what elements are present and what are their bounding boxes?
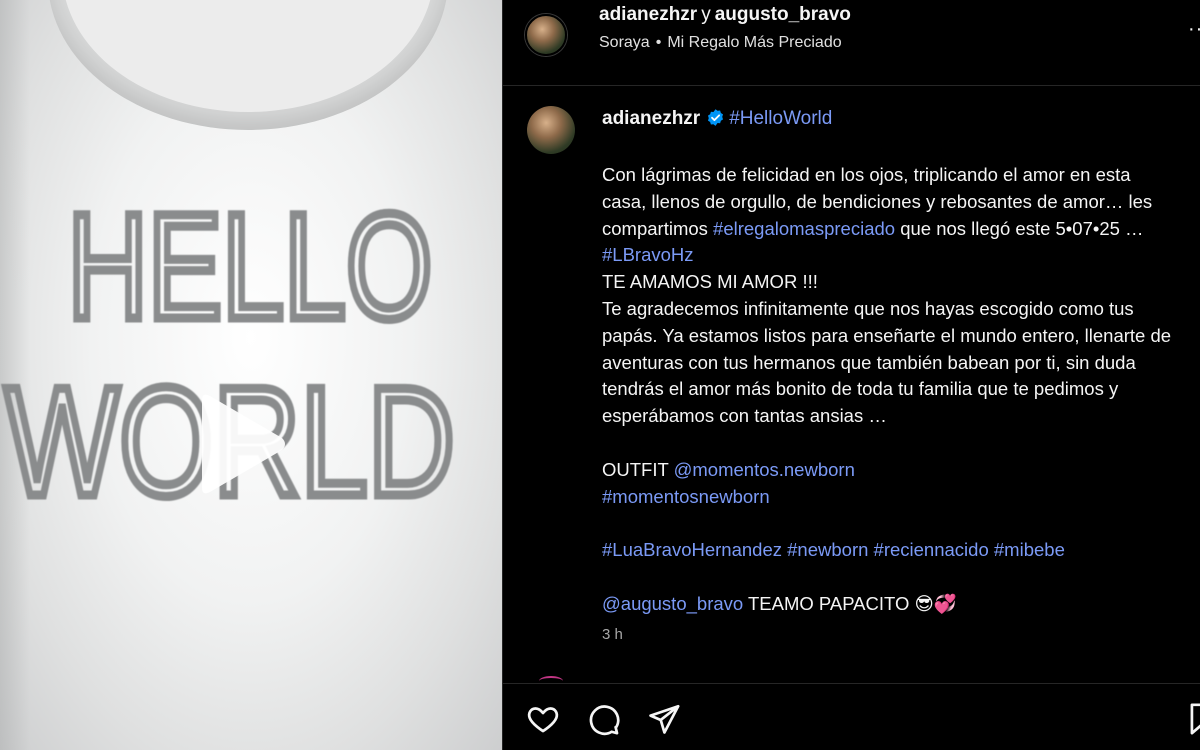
play-icon[interactable] — [190, 392, 290, 496]
caption-text: que nos llegó este 5•07•25 … — [895, 217, 1144, 239]
post-header: adianezhzr y augusto_bravo Soraya • Mi Regal… — [503, 0, 1200, 86]
action-bar — [503, 683, 1200, 750]
caption-line-love: TE AMAMOS MI AMOR !!! — [602, 271, 818, 293]
caption-outfit-tag: #momentosnewborn — [602, 484, 1172, 511]
mention-link[interactable]: @augusto_bravo — [602, 593, 743, 614]
post-media[interactable]: HELLO WORLD — [0, 0, 502, 750]
caption-username[interactable]: adianezhzr — [602, 108, 700, 129]
hashtag-link[interactable]: #reciennacido — [874, 539, 989, 560]
send-icon[interactable] — [646, 702, 682, 736]
caption-final: @augusto_bravo TEAMO PAPACITO 😎💞 — [602, 591, 1172, 618]
post-panel: adianezhzr y augusto_bravo Soraya • Mi Regal… — [502, 0, 1200, 750]
shirt-text-hello: HELLO — [68, 182, 433, 350]
author-avatar[interactable] — [525, 14, 567, 56]
hashtag-link[interactable]: #LuaBravoHernandez — [602, 539, 782, 560]
audio-artist: Soraya — [599, 34, 650, 51]
authors-conjunction: y — [701, 4, 711, 25]
hashtag-link[interactable]: #momentosnewborn — [602, 486, 770, 507]
shirt-embroidery: HELLO WORLD — [1, 178, 460, 533]
audio-title: Mi Regalo Más Preciado — [667, 34, 842, 51]
caption-outfit: OUTFIT @momentos.newborn — [602, 457, 1172, 484]
post-timestamp[interactable]: 3 h — [602, 626, 623, 643]
more-options-icon[interactable]: ··· — [1188, 18, 1200, 41]
caption-text: TEAMO PAPACITO — [743, 592, 915, 614]
hashtag-link[interactable]: #LBravoHz — [602, 244, 694, 265]
bookmark-icon[interactable] — [1189, 702, 1200, 736]
emoji-text: 😎💞 — [914, 592, 957, 614]
heart-icon[interactable] — [525, 702, 561, 736]
verified-badge-icon — [708, 109, 724, 126]
caption-avatar[interactable] — [527, 106, 575, 154]
comment-icon[interactable] — [586, 702, 622, 736]
caption-header: adianezhzr #HelloWorld — [602, 108, 832, 130]
audio-info[interactable]: Soraya • Mi Regalo Más Preciado — [599, 34, 842, 52]
audio-separator: • — [655, 34, 662, 51]
coauthor-username[interactable]: augusto_bravo — [715, 4, 851, 25]
hashtag-helloworld[interactable]: #HelloWorld — [729, 108, 832, 129]
caption-text: OUTFIT — [602, 458, 674, 480]
mention-link[interactable]: @momentos.newborn — [674, 459, 855, 480]
caption-paragraph-1: Con lágrimas de felicidad en los ojos, t… — [602, 162, 1172, 269]
post-authors: adianezhzr y augusto_bravo — [599, 4, 851, 26]
caption-body: Con lágrimas de felicidad en los ojos, t… — [602, 162, 1172, 618]
hashtag-link[interactable]: #newborn — [787, 539, 868, 560]
caption-tags: #LuaBravoHernandez #newborn #reciennacid… — [602, 537, 1172, 564]
hashtag-link[interactable]: #mibebe — [994, 539, 1065, 560]
hashtag-link[interactable]: #elregalomaspreciado — [713, 218, 895, 239]
caption-paragraph-3: Te agradecemos infinitamente que nos hay… — [602, 297, 1172, 427]
author-username[interactable]: adianezhzr — [599, 4, 697, 25]
